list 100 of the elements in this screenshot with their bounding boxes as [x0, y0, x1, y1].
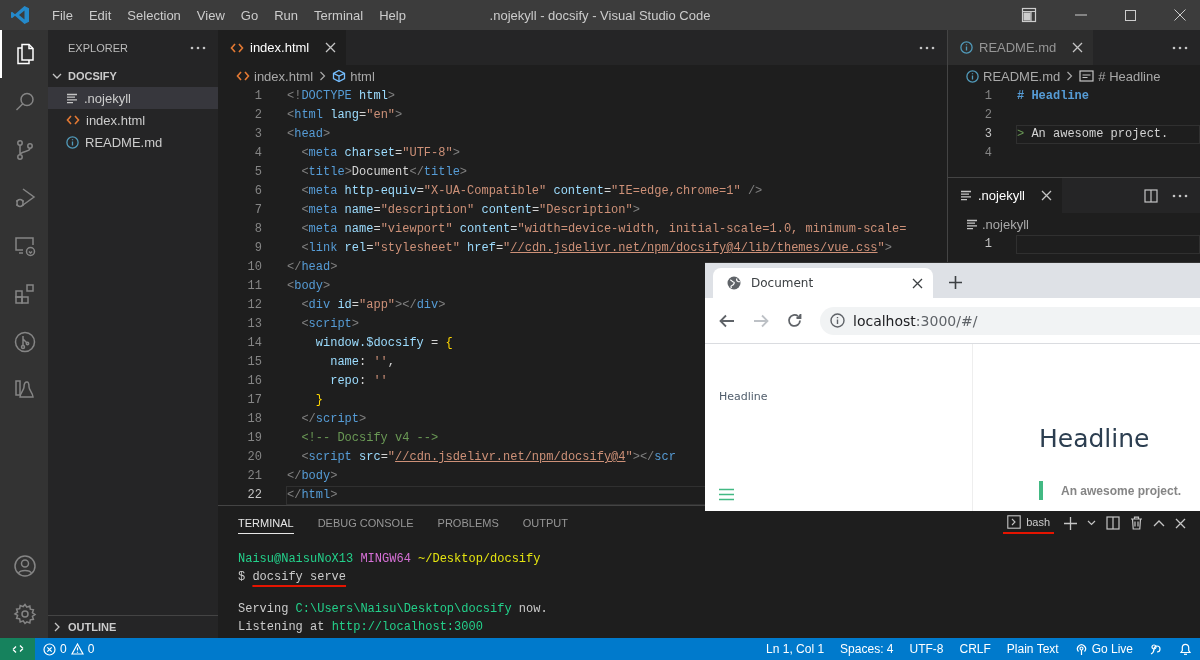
line-number: 1	[253, 88, 262, 105]
explorer-entry[interactable]: index.html	[48, 109, 218, 131]
breadcrumb-item[interactable]: # Headline	[1098, 68, 1161, 84]
code-line: <title>Document</title>	[300, 165, 468, 179]
status-item[interactable]: Ln 1, Col 1	[758, 642, 833, 656]
code-line: }	[314, 393, 323, 407]
chevron-up-icon[interactable]	[1153, 519, 1165, 527]
line-number: 9	[253, 240, 262, 257]
breadcrumb-item[interactable]: index.html	[254, 68, 314, 84]
more-icon[interactable]	[919, 45, 935, 50]
menu-item[interactable]: Selection	[119, 7, 189, 23]
plus-icon[interactable]	[1064, 516, 1077, 530]
panel-tab[interactable]: PROBLEMS	[437, 512, 499, 534]
menu-item[interactable]: Run	[266, 7, 306, 23]
sidebar-link[interactable]: Headline	[719, 390, 768, 403]
close-icon[interactable]	[912, 277, 923, 289]
globe-icon	[727, 276, 741, 290]
menu-item[interactable]: Edit	[80, 7, 120, 23]
line-number: 8	[253, 221, 262, 238]
breadcrumb-item[interactable]: .nojekyll	[982, 216, 1029, 232]
line-number: 17	[246, 392, 262, 409]
caret-icon[interactable]	[1087, 520, 1096, 526]
breadcrumb-item[interactable]: html	[350, 68, 375, 84]
menu-item[interactable]: Terminal	[306, 7, 372, 23]
remote-icon	[11, 643, 24, 655]
error-icon	[43, 642, 56, 656]
chevron-icon	[52, 71, 62, 81]
explorer-entry[interactable]: .nojekyll	[48, 87, 218, 109]
breadcrumb-item[interactable]: README.md	[983, 68, 1061, 84]
code-line: > An awesome project.	[1017, 127, 1169, 141]
chevron-icon	[1066, 71, 1074, 81]
line-number: 20	[246, 449, 262, 466]
editor-tab[interactable]: .nojekyll	[948, 178, 1062, 213]
code-line: # Headline	[1017, 89, 1089, 103]
split-terminal-icon[interactable]	[1106, 516, 1120, 530]
warning-icon	[70, 643, 84, 655]
editor-tab[interactable]: README.md	[948, 30, 1094, 65]
back-icon[interactable]	[719, 313, 735, 328]
menu-item[interactable]: Go	[232, 7, 267, 23]
more-icon[interactable]	[190, 45, 206, 50]
code-line: <meta charset="UTF-8">	[300, 146, 460, 160]
window-title: .nojekyll - docsify - Visual Studio Code	[488, 7, 712, 23]
maximize-icon[interactable]	[1125, 9, 1136, 21]
chevron-icon	[52, 622, 62, 632]
terminal-line: Naisu@NaisuNoX13 MINGW64 ~/Desktop/docsify	[238, 551, 542, 568]
line-number: 2	[983, 107, 992, 124]
go-live-button[interactable]: Go Live	[1066, 642, 1141, 656]
panel-tab[interactable]: DEBUG CONSOLE	[317, 512, 414, 534]
browser-tab[interactable]: Document	[713, 268, 933, 298]
menu-item[interactable]: File	[44, 7, 81, 23]
blockquote: An awesome project.	[1039, 481, 1182, 500]
line-number: 15	[246, 354, 262, 371]
info-icon	[830, 313, 845, 328]
panel-tab[interactable]: TERMINAL	[238, 512, 294, 534]
line-number: 3	[253, 126, 262, 143]
bell-icon[interactable]	[1179, 642, 1192, 656]
terminal-line: Listening at http://localhost:3000	[238, 619, 484, 636]
code-line: <!-- Docsify v4 -->	[300, 431, 439, 445]
problems-button[interactable]: 0 0	[35, 642, 103, 656]
code-line: repo: ''	[329, 374, 388, 388]
address-field[interactable]: localhost:3000/#/	[820, 306, 1200, 335]
panel-tab[interactable]: OUTPUT	[522, 512, 568, 534]
info-icon	[960, 41, 973, 54]
line-number: 22	[246, 487, 262, 504]
split-editor-icon[interactable]	[1144, 188, 1158, 203]
code-line: <link rel="stylesheet" href="//cdn.jsdelivr.net/npm/docsify@4/lib/themes/vue.css">	[300, 241, 892, 255]
status-item[interactable]: UTF-8	[901, 642, 952, 656]
code-icon	[230, 41, 244, 54]
status-item[interactable]: Plain Text	[998, 642, 1067, 656]
menu-item[interactable]: View	[188, 7, 233, 23]
line-number: 1	[983, 88, 992, 105]
trash-icon[interactable]	[1130, 516, 1143, 530]
app-logo-icon	[10, 5, 30, 25]
more-icon[interactable]	[1172, 45, 1188, 50]
editor-tab[interactable]: index.html	[218, 30, 347, 65]
status-item[interactable]: CRLF	[951, 642, 999, 656]
info-icon	[66, 135, 79, 149]
menu-item[interactable]: Help	[371, 7, 414, 23]
line-number: 13	[246, 316, 262, 333]
line-number: 4	[983, 145, 992, 162]
code-line: <script src="//cdn.jsdelivr.net/npm/docsify@4"></scr	[300, 450, 676, 464]
line-number: 3	[983, 126, 992, 143]
code-line: </body>	[287, 469, 338, 483]
layout-icon[interactable]	[1021, 7, 1037, 23]
explorer-entry[interactable]: README.md	[48, 131, 218, 153]
folder-header[interactable]: DOCSIFY	[48, 65, 218, 87]
line-number: 16	[246, 373, 262, 390]
terminal-icon	[1007, 515, 1022, 529]
code-line: </html>	[287, 488, 338, 502]
status-item[interactable]: Spaces: 4	[832, 642, 902, 656]
line-number: 21	[246, 468, 262, 485]
code-line: <meta name="description" content="Description">	[300, 203, 640, 217]
chevron-icon	[319, 71, 327, 81]
reload-icon[interactable]	[787, 313, 802, 328]
line-number: 12	[246, 297, 262, 314]
more-icon[interactable]	[1172, 193, 1188, 198]
line-number: 19	[246, 430, 262, 447]
new-tab-icon[interactable]	[949, 276, 962, 289]
remote-button[interactable]	[0, 638, 35, 660]
code-line: <!DOCTYPE html>	[287, 89, 396, 103]
